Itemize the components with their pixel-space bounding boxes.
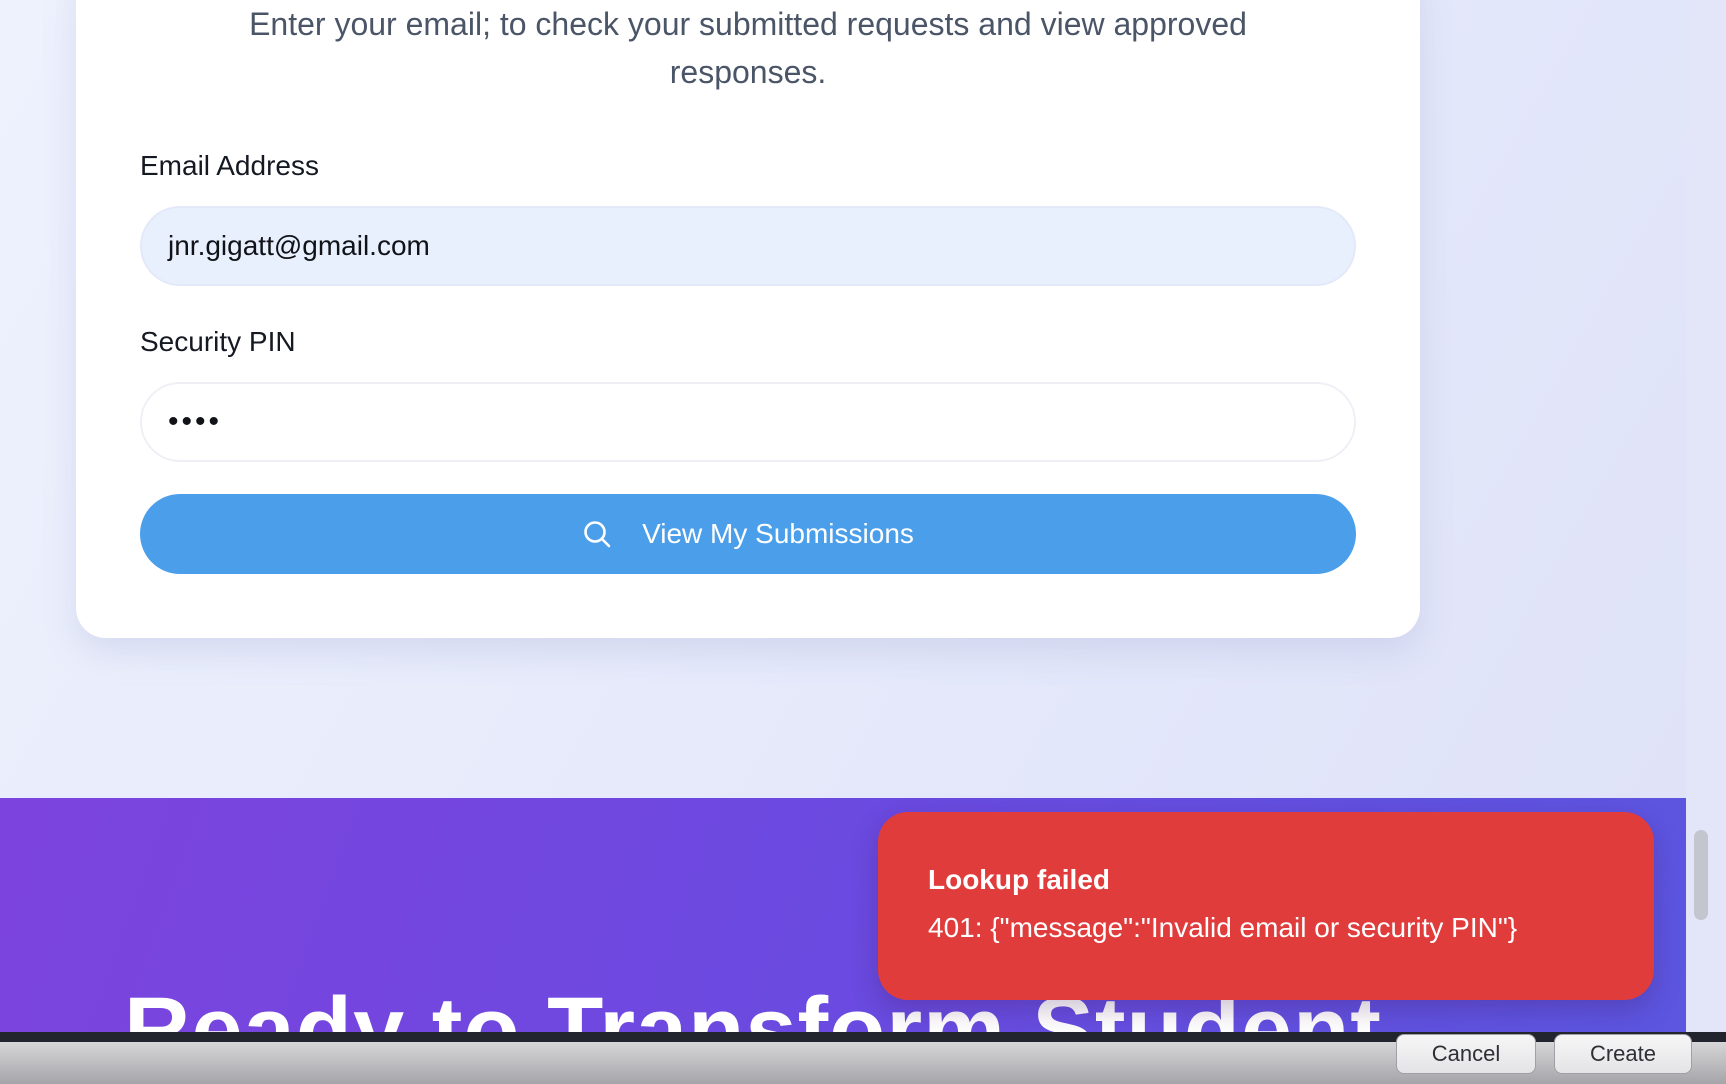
page-viewport: Enter your email; to check your submitte… xyxy=(0,0,1686,1032)
vertical-scrollbar[interactable] xyxy=(1686,0,1726,1032)
pin-field[interactable]: •••• xyxy=(140,382,1356,462)
email-field[interactable]: jnr.gigatt@gmail.com xyxy=(140,206,1356,286)
create-button[interactable]: Create xyxy=(1554,1034,1692,1074)
email-label: Email Address xyxy=(140,150,319,181)
toast-message: 401: {"message":"Invalid email or securi… xyxy=(928,912,1518,943)
search-icon xyxy=(582,519,612,549)
view-submissions-label: View My Submissions xyxy=(642,518,914,549)
background-dialog-strip: Cancel Create xyxy=(0,1034,1726,1084)
pin-field-value: •••• xyxy=(168,405,223,438)
error-toast[interactable]: Lookup failed 401: {"message":"Invalid e… xyxy=(878,812,1654,1000)
submission-lookup-card: Enter your email; to check your submitte… xyxy=(76,0,1420,638)
view-submissions-button[interactable]: View My Submissions xyxy=(140,494,1356,574)
pin-label: Security PIN xyxy=(140,326,296,357)
cancel-button[interactable]: Cancel xyxy=(1396,1034,1536,1074)
email-field-value: jnr.gigatt@gmail.com xyxy=(168,230,430,261)
toast-title: Lookup failed xyxy=(928,864,1110,895)
scrollbar-thumb[interactable] xyxy=(1694,830,1708,920)
card-subtitle: Enter your email; to check your submitte… xyxy=(249,6,1247,90)
